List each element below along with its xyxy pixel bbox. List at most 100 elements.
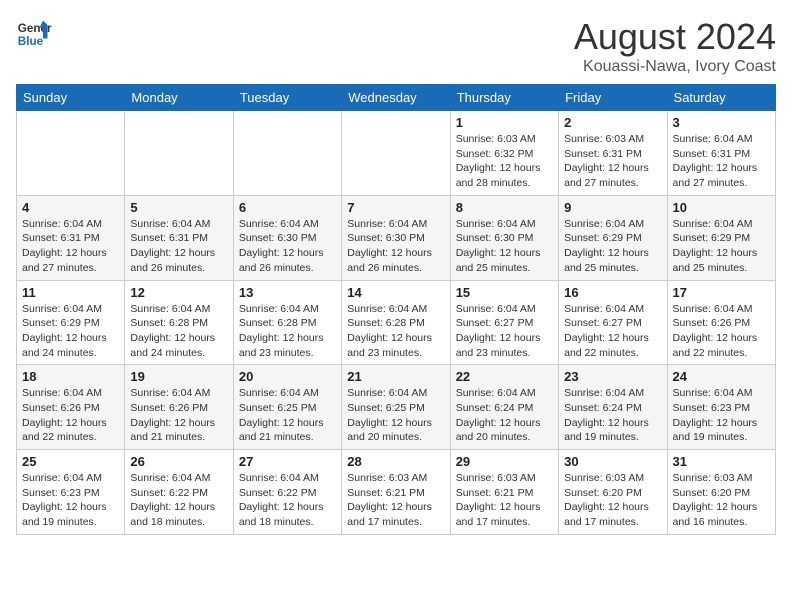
day-number: 4 xyxy=(22,200,119,215)
calendar-cell: 6 Sunrise: 6:04 AM Sunset: 6:30 PM Daylig… xyxy=(233,195,341,280)
svg-text:Blue: Blue xyxy=(18,35,44,48)
calendar-cell: 9 Sunrise: 6:04 AM Sunset: 6:29 PM Daylig… xyxy=(559,195,667,280)
calendar-cell: 2 Sunrise: 6:03 AM Sunset: 6:31 PM Daylig… xyxy=(559,111,667,196)
day-info: Sunrise: 6:04 AM Sunset: 6:26 PM Dayligh… xyxy=(673,302,770,361)
subtitle: Kouassi-Nawa, Ivory Coast xyxy=(574,58,776,76)
day-info: Sunrise: 6:04 AM Sunset: 6:22 PM Dayligh… xyxy=(130,471,227,530)
calendar-cell: 1 Sunrise: 6:03 AM Sunset: 6:32 PM Daylig… xyxy=(450,111,558,196)
day-number: 15 xyxy=(456,285,553,300)
day-number: 26 xyxy=(130,454,227,469)
calendar-cell: 22 Sunrise: 6:04 AM Sunset: 6:24 PM Dayli… xyxy=(450,365,558,450)
calendar-cell: 7Sunrise: 6:04 AM Sunset: 6:30 PM Daylig… xyxy=(342,195,450,280)
calendar-cell: 21 Sunrise: 6:04 AM Sunset: 6:25 PM Dayli… xyxy=(342,365,450,450)
day-info: Sunrise: 6:04 AM Sunset: 6:28 PM Dayligh… xyxy=(130,302,227,361)
logo: General Blue xyxy=(16,16,52,52)
day-info: Sunrise: 6:04 AM Sunset: 6:25 PM Dayligh… xyxy=(239,386,336,445)
calendar-cell: 5 Sunrise: 6:04 AM Sunset: 6:31 PM Daylig… xyxy=(125,195,233,280)
calendar-week-4: 18 Sunrise: 6:04 AM Sunset: 6:26 PM Dayli… xyxy=(17,365,776,450)
day-number: 21 xyxy=(347,369,444,384)
day-info: Sunrise: 6:04 AM Sunset: 6:29 PM Dayligh… xyxy=(22,302,119,361)
day-info: Sunrise: 6:04 AM Sunset: 6:26 PM Dayligh… xyxy=(22,386,119,445)
day-info: Sunrise: 6:04 AM Sunset: 6:26 PM Dayligh… xyxy=(130,386,227,445)
day-number: 1 xyxy=(456,115,553,130)
day-info: Sunrise: 6:04 AM Sunset: 6:29 PM Dayligh… xyxy=(564,217,661,276)
day-info: Sunrise: 6:04 AM Sunset: 6:31 PM Dayligh… xyxy=(130,217,227,276)
day-number: 22 xyxy=(456,369,553,384)
calendar-cell: 24Sunrise: 6:04 AM Sunset: 6:23 PM Dayli… xyxy=(667,365,775,450)
calendar-cell: 16Sunrise: 6:04 AM Sunset: 6:27 PM Dayli… xyxy=(559,280,667,365)
day-number: 11 xyxy=(22,285,119,300)
day-number: 23 xyxy=(564,369,661,384)
day-number: 6 xyxy=(239,200,336,215)
day-number: 25 xyxy=(22,454,119,469)
day-number: 8 xyxy=(456,200,553,215)
day-info: Sunrise: 6:04 AM Sunset: 6:28 PM Dayligh… xyxy=(347,302,444,361)
day-number: 18 xyxy=(22,369,119,384)
day-number: 17 xyxy=(673,285,770,300)
calendar-cell xyxy=(17,111,125,196)
day-info: Sunrise: 6:03 AM Sunset: 6:21 PM Dayligh… xyxy=(347,471,444,530)
weekday-header-tuesday: Tuesday xyxy=(233,85,341,111)
calendar-cell: 10 Sunrise: 6:04 AM Sunset: 6:29 PM Dayli… xyxy=(667,195,775,280)
calendar-cell: 3 Sunrise: 6:04 AM Sunset: 6:31 PM Daylig… xyxy=(667,111,775,196)
calendar-cell: 30 Sunrise: 6:03 AM Sunset: 6:20 PM Dayli… xyxy=(559,450,667,535)
calendar-cell: 27 Sunrise: 6:04 AM Sunset: 6:22 PM Dayli… xyxy=(233,450,341,535)
calendar-cell xyxy=(125,111,233,196)
weekday-header-saturday: Saturday xyxy=(667,85,775,111)
calendar-cell: 15 Sunrise: 6:04 AM Sunset: 6:27 PM Dayli… xyxy=(450,280,558,365)
title-block: August 2024 Kouassi-Nawa, Ivory Coast xyxy=(574,16,776,76)
logo-icon: General Blue xyxy=(16,16,52,52)
weekday-header-monday: Monday xyxy=(125,85,233,111)
day-info: Sunrise: 6:04 AM Sunset: 6:28 PM Dayligh… xyxy=(239,302,336,361)
calendar-week-1: 1 Sunrise: 6:03 AM Sunset: 6:32 PM Daylig… xyxy=(17,111,776,196)
day-info: Sunrise: 6:04 AM Sunset: 6:27 PM Dayligh… xyxy=(564,302,661,361)
day-number: 31 xyxy=(673,454,770,469)
calendar-cell: 18 Sunrise: 6:04 AM Sunset: 6:26 PM Dayli… xyxy=(17,365,125,450)
calendar-cell: 26 Sunrise: 6:04 AM Sunset: 6:22 PM Dayli… xyxy=(125,450,233,535)
day-info: Sunrise: 6:03 AM Sunset: 6:31 PM Dayligh… xyxy=(564,132,661,191)
calendar-cell: 20 Sunrise: 6:04 AM Sunset: 6:25 PM Dayli… xyxy=(233,365,341,450)
day-info: Sunrise: 6:03 AM Sunset: 6:20 PM Dayligh… xyxy=(673,471,770,530)
day-number: 3 xyxy=(673,115,770,130)
day-number: 12 xyxy=(130,285,227,300)
calendar-cell: 29Sunrise: 6:03 AM Sunset: 6:21 PM Dayli… xyxy=(450,450,558,535)
day-info: Sunrise: 6:04 AM Sunset: 6:30 PM Dayligh… xyxy=(347,217,444,276)
day-number: 9 xyxy=(564,200,661,215)
day-number: 20 xyxy=(239,369,336,384)
day-info: Sunrise: 6:03 AM Sunset: 6:32 PM Dayligh… xyxy=(456,132,553,191)
day-info: Sunrise: 6:03 AM Sunset: 6:20 PM Dayligh… xyxy=(564,471,661,530)
day-number: 5 xyxy=(130,200,227,215)
calendar-cell xyxy=(342,111,450,196)
day-info: Sunrise: 6:04 AM Sunset: 6:29 PM Dayligh… xyxy=(673,217,770,276)
day-info: Sunrise: 6:04 AM Sunset: 6:24 PM Dayligh… xyxy=(564,386,661,445)
day-info: Sunrise: 6:04 AM Sunset: 6:30 PM Dayligh… xyxy=(239,217,336,276)
day-info: Sunrise: 6:04 AM Sunset: 6:22 PM Dayligh… xyxy=(239,471,336,530)
day-info: Sunrise: 6:04 AM Sunset: 6:31 PM Dayligh… xyxy=(22,217,119,276)
calendar-cell: 25Sunrise: 6:04 AM Sunset: 6:23 PM Dayli… xyxy=(17,450,125,535)
day-info: Sunrise: 6:04 AM Sunset: 6:31 PM Dayligh… xyxy=(673,132,770,191)
day-number: 13 xyxy=(239,285,336,300)
calendar-cell: 28 Sunrise: 6:03 AM Sunset: 6:21 PM Dayli… xyxy=(342,450,450,535)
day-number: 30 xyxy=(564,454,661,469)
day-info: Sunrise: 6:04 AM Sunset: 6:23 PM Dayligh… xyxy=(673,386,770,445)
weekday-header-wednesday: Wednesday xyxy=(342,85,450,111)
calendar-table: SundayMondayTuesdayWednesdayThursdayFrid… xyxy=(16,84,776,535)
day-number: 19 xyxy=(130,369,227,384)
page-header: General Blue August 2024 Kouassi-Nawa, I… xyxy=(16,16,776,76)
day-number: 2 xyxy=(564,115,661,130)
day-info: Sunrise: 6:04 AM Sunset: 6:24 PM Dayligh… xyxy=(456,386,553,445)
day-number: 14 xyxy=(347,285,444,300)
calendar-cell: 4 Sunrise: 6:04 AM Sunset: 6:31 PM Daylig… xyxy=(17,195,125,280)
weekday-header-row: SundayMondayTuesdayWednesdayThursdayFrid… xyxy=(17,85,776,111)
calendar-week-3: 11 Sunrise: 6:04 AM Sunset: 6:29 PM Dayli… xyxy=(17,280,776,365)
day-info: Sunrise: 6:04 AM Sunset: 6:27 PM Dayligh… xyxy=(456,302,553,361)
calendar-cell: 8Sunrise: 6:04 AM Sunset: 6:30 PM Daylig… xyxy=(450,195,558,280)
day-info: Sunrise: 6:04 AM Sunset: 6:25 PM Dayligh… xyxy=(347,386,444,445)
day-number: 10 xyxy=(673,200,770,215)
day-number: 28 xyxy=(347,454,444,469)
day-number: 27 xyxy=(239,454,336,469)
main-title: August 2024 xyxy=(574,16,776,58)
calendar-cell: 17 Sunrise: 6:04 AM Sunset: 6:26 PM Dayli… xyxy=(667,280,775,365)
day-info: Sunrise: 6:03 AM Sunset: 6:21 PM Dayligh… xyxy=(456,471,553,530)
calendar-cell: 14 Sunrise: 6:04 AM Sunset: 6:28 PM Dayli… xyxy=(342,280,450,365)
